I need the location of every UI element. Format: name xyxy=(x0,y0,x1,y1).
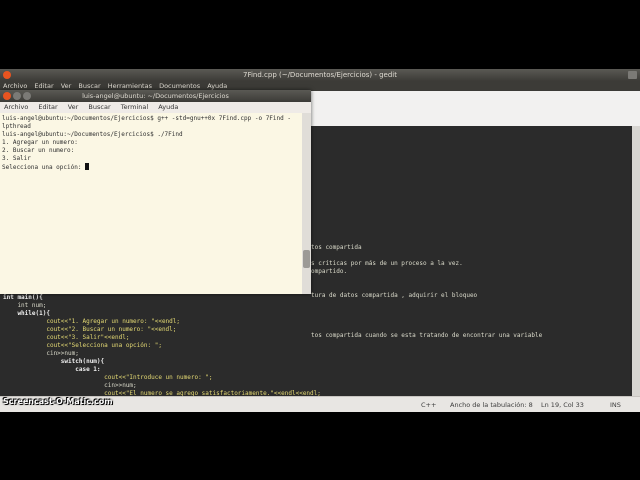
language-selector[interactable]: C++ xyxy=(421,397,436,412)
gedit-menu-ayuda[interactable]: Ayuda xyxy=(207,82,227,90)
terminal-menu-ayuda[interactable]: Ayuda xyxy=(158,103,178,111)
editor-scrollbar[interactable] xyxy=(632,126,640,396)
terminal-line: lpthread xyxy=(2,123,31,130)
terminal-scrollbar[interactable] xyxy=(302,113,311,294)
code-line: case 1: xyxy=(3,366,101,373)
gedit-maximize-icon[interactable] xyxy=(628,71,637,79)
terminal-minimize-icon[interactable] xyxy=(13,92,21,100)
terminal-menu-archivo[interactable]: Archivo xyxy=(4,103,28,111)
screencast-watermark: Screencast-O-Matic.com xyxy=(3,397,113,406)
terminal-line: luis-angel@ubuntu:~/Documentos/Ejercicio… xyxy=(2,131,183,138)
editor-text-line: tos compartida xyxy=(311,244,362,251)
gedit-menu-buscar[interactable]: Buscar xyxy=(78,82,100,90)
terminal-line: 1. Agregar un numero: xyxy=(2,139,78,146)
desktop-screen: 7Find.cpp (~/Documentos/Ejercicios) - ge… xyxy=(0,69,640,412)
code-line: int main(){ xyxy=(3,294,43,301)
insert-mode: INS xyxy=(610,401,621,409)
editor-text-line: tos compartida cuando se esta tratando d… xyxy=(311,332,543,339)
terminal-menu-ver[interactable]: Ver xyxy=(68,103,79,111)
gedit-menu-documentos[interactable]: Documentos xyxy=(159,82,200,90)
code-line: int num; xyxy=(3,302,47,309)
code-line: switch(num){ xyxy=(3,358,105,365)
editor-text-line: ompartido. xyxy=(311,268,348,275)
terminal-titlebar[interactable]: luis-angel@ubuntu: ~/Documentos/Ejercici… xyxy=(0,90,311,102)
terminal-line: 2. Buscar un numero: xyxy=(2,147,75,154)
code-line: cin>>num; xyxy=(3,382,137,389)
code-line: cout<<"Selecciona una opción: "; xyxy=(3,342,162,349)
editor-text-line: tura de datos compartida , adquirir el b… xyxy=(311,292,478,299)
gedit-titlebar[interactable]: 7Find.cpp (~/Documentos/Ejercicios) - ge… xyxy=(0,69,640,81)
tab-width-selector[interactable]: Ancho de la tabulación: 8 xyxy=(450,397,533,412)
terminal-title-text: luis-angel@ubuntu: ~/Documentos/Ejercici… xyxy=(82,92,229,100)
terminal-maximize-icon[interactable] xyxy=(23,92,31,100)
editor-text-line: s críticas por más de un proceso a la ve… xyxy=(311,260,463,267)
gedit-menu-herramientas[interactable]: Herramientas xyxy=(108,82,152,90)
terminal-menu-terminal[interactable]: Terminal xyxy=(121,103,148,111)
code-line: cout<<"2. Buscar un numero: "<<endl; xyxy=(3,326,177,333)
terminal-output[interactable]: luis-angel@ubuntu:~/Documentos/Ejercicio… xyxy=(0,113,302,294)
code-line: cout<<"Introduce un numero: "; xyxy=(3,374,213,381)
terminal-cursor xyxy=(85,163,90,170)
gedit-menu-ver[interactable]: Ver xyxy=(61,82,72,90)
terminal-line: luis-angel@ubuntu:~/Documentos/Ejercicio… xyxy=(2,115,291,122)
terminal-menu-editar[interactable]: Editar xyxy=(38,103,57,111)
terminal-close-icon[interactable] xyxy=(3,92,11,100)
code-line: cout<<"3. Salir"<<endl; xyxy=(3,334,130,341)
terminal-prompt-line: Selecciona una opción: xyxy=(2,164,86,171)
gedit-title-text: 7Find.cpp (~/Documentos/Ejercicios) - ge… xyxy=(243,71,397,79)
gedit-menu-archivo[interactable]: Archivo xyxy=(3,82,27,90)
gedit-menu-editar[interactable]: Editar xyxy=(34,82,53,90)
terminal-window: luis-angel@ubuntu: ~/Documentos/Ejercici… xyxy=(0,90,311,294)
terminal-line: 3. Salir xyxy=(2,155,31,162)
cursor-position: Ln 19, Col 33 xyxy=(541,401,584,409)
gedit-close-icon[interactable] xyxy=(3,71,11,79)
terminal-menu-buscar[interactable]: Buscar xyxy=(88,103,110,111)
code-line: while(1){ xyxy=(3,310,50,317)
terminal-scrollbar-thumb[interactable] xyxy=(303,250,310,268)
code-line: cin>>num; xyxy=(3,350,79,357)
terminal-text: luis-angel@ubuntu:~/Documentos/Ejercicio… xyxy=(2,115,291,172)
terminal-menubar: Archivo Editar Ver Buscar Terminal Ayuda xyxy=(0,102,311,113)
code-line: cout<<"1. Agregar un numero: "<<endl; xyxy=(3,318,181,325)
